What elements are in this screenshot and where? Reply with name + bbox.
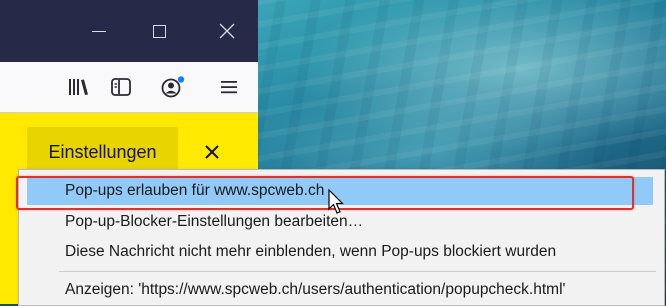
account-icon bbox=[161, 76, 185, 98]
maximize-icon bbox=[152, 24, 166, 38]
annotation-highlight-box bbox=[16, 176, 634, 210]
library-button[interactable] bbox=[66, 74, 92, 100]
minimize-icon bbox=[92, 30, 106, 32]
close-icon bbox=[219, 23, 235, 39]
window-titlebar bbox=[0, 0, 258, 62]
settings-button-label: Einstellungen bbox=[48, 141, 157, 162]
app-menu-button[interactable] bbox=[216, 74, 242, 100]
mouse-cursor-icon bbox=[328, 189, 344, 214]
close-icon bbox=[205, 145, 219, 159]
maximize-button[interactable] bbox=[130, 0, 188, 62]
menu-item-label: Pop-up-Blocker-Einstellungen bearbeiten… bbox=[65, 213, 364, 230]
browser-toolbar bbox=[0, 62, 258, 113]
menu-separator bbox=[59, 271, 656, 272]
notification-close-button[interactable] bbox=[200, 140, 224, 164]
menu-icon bbox=[221, 81, 237, 94]
account-button[interactable] bbox=[160, 74, 186, 100]
minimize-button[interactable] bbox=[70, 0, 128, 62]
reader-view-button[interactable] bbox=[108, 74, 134, 100]
menu-item-label: Diese Nachricht nicht mehr einblenden, w… bbox=[65, 243, 557, 260]
library-icon bbox=[69, 79, 88, 95]
reader-view-icon bbox=[111, 78, 131, 96]
menu-item-show-popup[interactable]: Anzeigen: 'https://www.spcweb.ch/users/a… bbox=[27, 276, 653, 304]
close-window-button[interactable] bbox=[198, 0, 256, 62]
menu-item-label: Anzeigen: 'https://www.spcweb.ch/users/a… bbox=[65, 281, 566, 298]
menu-item-dont-show-again[interactable]: Diese Nachricht nicht mehr einblenden, w… bbox=[27, 238, 653, 266]
